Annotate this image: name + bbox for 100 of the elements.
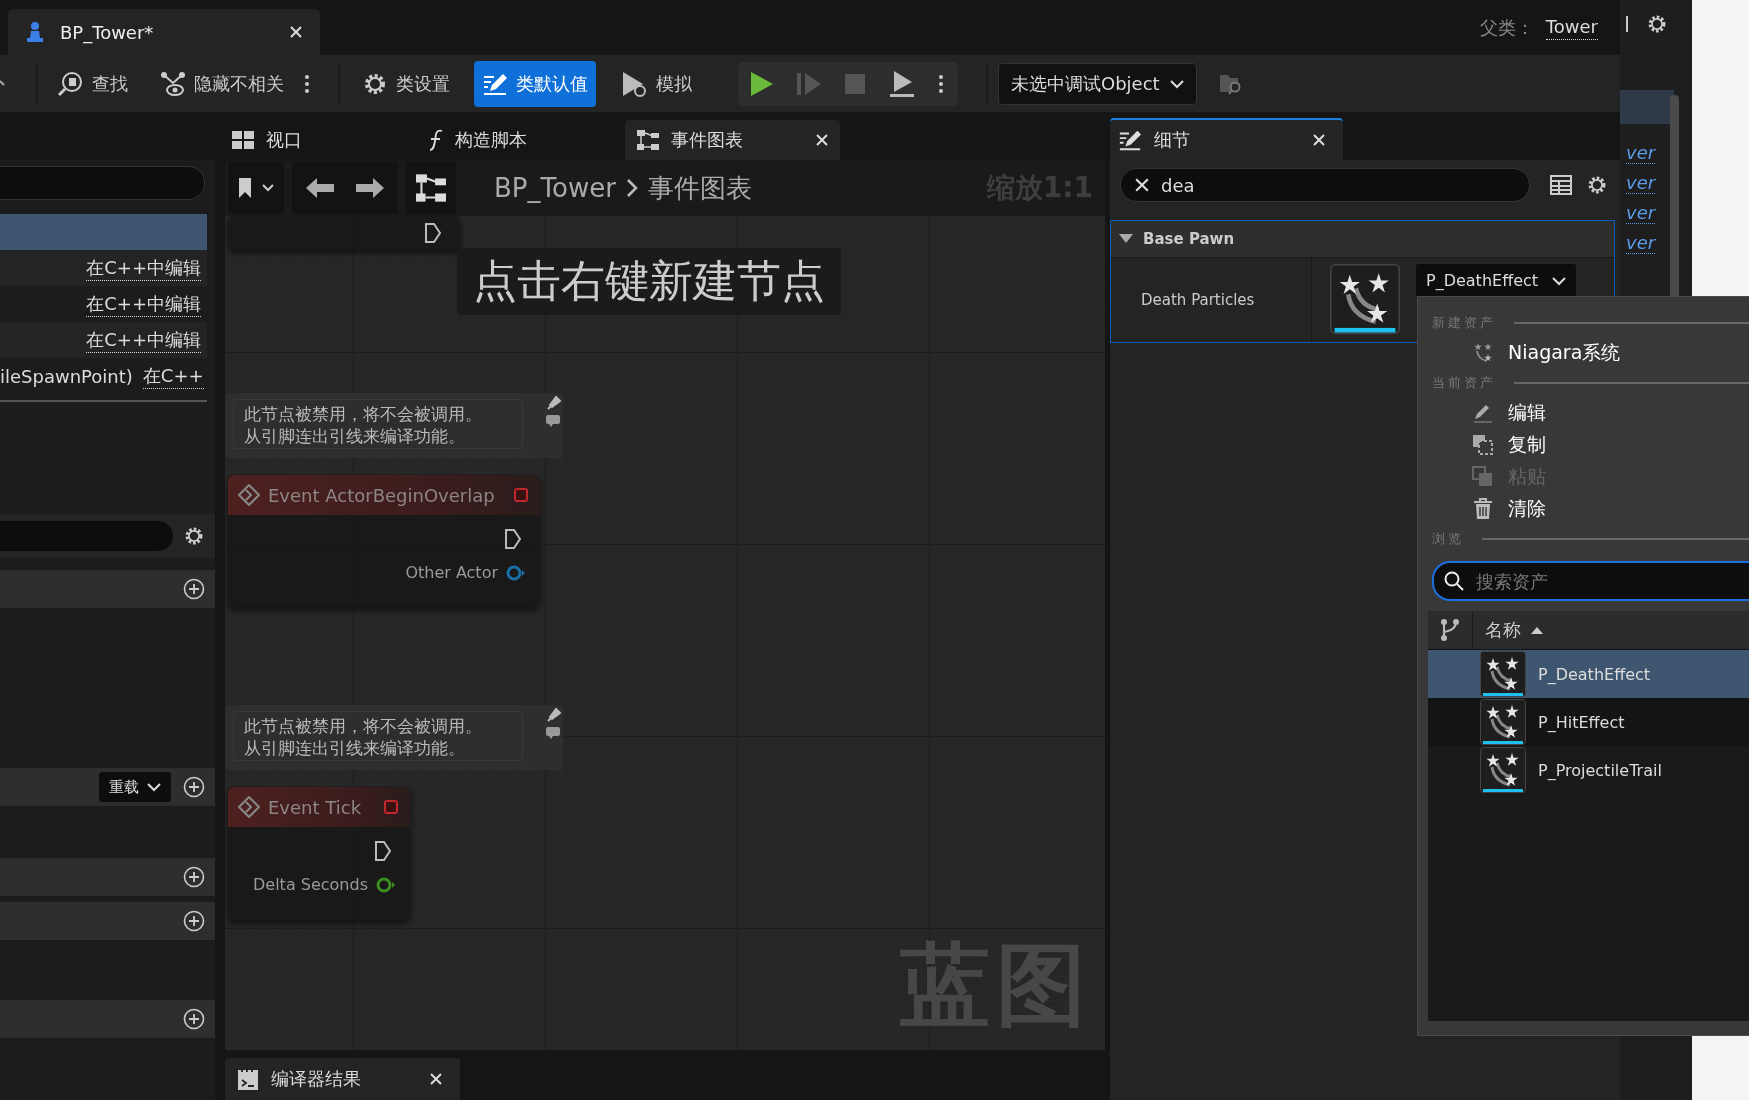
eject-icon[interactable]: [888, 69, 916, 98]
node-title: Event Tick: [268, 796, 362, 818]
simulate-icon: [620, 69, 648, 98]
hide-button[interactable]: 隐藏不相关: [152, 60, 292, 107]
find-button[interactable]: 查找: [48, 60, 136, 107]
compiler-results-tab[interactable]: 编译器结果: [225, 1058, 460, 1100]
list-row[interactable]: 在C++中编辑: [0, 250, 207, 286]
bookmark-button[interactable]: [228, 162, 284, 214]
paste-icon: [1472, 466, 1494, 488]
exec-pin-icon[interactable]: [374, 840, 392, 862]
debug-object-dropdown[interactable]: 未选中调试Object: [998, 62, 1197, 105]
branch-icon[interactable]: [1440, 618, 1460, 642]
asset-row[interactable]: P_ProjectileTrail: [1428, 746, 1749, 794]
search-field[interactable]: 搜索资产: [1432, 561, 1749, 601]
forward-icon[interactable]: [356, 177, 384, 199]
sort-arrow-icon: [1531, 626, 1543, 634]
pin-icon[interactable]: [545, 395, 561, 429]
caret-icon: [1552, 275, 1567, 286]
bookmark-icon: [238, 177, 254, 199]
editor-tab[interactable]: 视口: [220, 120, 314, 160]
search-field[interactable]: dea: [1120, 168, 1530, 202]
editor-tab[interactable]: 构造脚本: [415, 120, 539, 160]
pencil-icon: [1118, 128, 1142, 152]
menu-item[interactable]: 清除: [1432, 493, 1749, 525]
graph-icon: [637, 129, 659, 151]
parent-class-link[interactable]: Tower: [1545, 15, 1598, 40]
asset-dropdown[interactable]: P_DeathEffect: [1416, 264, 1577, 297]
simulate-button[interactable]: 模拟: [612, 60, 700, 107]
settings-button[interactable]: 类设置: [354, 60, 458, 107]
add-icon[interactable]: [183, 866, 205, 888]
exec-pin-icon[interactable]: [424, 222, 442, 244]
event-node[interactable]: Event ActorBeginOverlap Other Actor: [228, 475, 540, 607]
delegate-pin-icon[interactable]: [514, 488, 528, 502]
node-comment: 此节点被禁用，将不会被调用。 从引脚连出引线来编译功能。: [233, 711, 523, 761]
event-icon: [238, 484, 260, 506]
function-icon: [427, 129, 443, 151]
defaults-button[interactable]: 类默认值: [474, 60, 596, 107]
niagara-thumbnail: [1480, 651, 1526, 697]
trash-icon: [1472, 498, 1494, 520]
search-field[interactable]: [0, 521, 173, 551]
class-link[interactable]: ver: [1626, 202, 1656, 224]
delegate-pin-icon[interactable]: [384, 800, 398, 814]
class-link[interactable]: ver: [1626, 142, 1656, 164]
menu-item[interactable]: 编辑: [1432, 397, 1749, 429]
section-header[interactable]: 重载: [0, 768, 215, 806]
pin-icon[interactable]: [545, 707, 561, 741]
chevron-icon: [625, 178, 638, 198]
niagara-thumbnail[interactable]: [1330, 264, 1400, 334]
menu-item[interactable]: Niagara系统: [1432, 337, 1749, 369]
node-comment: 此节点被禁用，将不会被调用。 从引脚连出引线来编译功能。: [233, 399, 523, 449]
data-pin-icon[interactable]: [376, 876, 396, 893]
settings-icon[interactable]: [1586, 174, 1608, 196]
edit-in-cpp-link[interactable]: 在C++中编辑: [86, 291, 201, 317]
variable-name: ileSpawnPoint): [0, 365, 133, 387]
exec-pin-icon[interactable]: [504, 528, 522, 550]
add-icon[interactable]: [183, 910, 205, 932]
details-tab[interactable]: 细节: [1110, 118, 1343, 160]
breadcrumb-item[interactable]: 事件图表: [647, 170, 752, 206]
play-icon[interactable]: [748, 70, 774, 97]
folder-search-icon[interactable]: [1218, 72, 1243, 95]
override-dropdown[interactable]: 重载: [99, 772, 171, 802]
document-tab[interactable]: BP_Tower*: [8, 9, 320, 55]
asset-row[interactable]: P_HitEffect: [1428, 698, 1749, 746]
editor-tab[interactable]: 事件图表: [625, 120, 840, 160]
clear-icon[interactable]: [1135, 178, 1149, 192]
add-icon[interactable]: [183, 578, 205, 600]
table-view-icon[interactable]: [1550, 175, 1572, 195]
expand-arrow-icon[interactable]: [1119, 234, 1133, 244]
class-link[interactable]: ver: [1626, 232, 1656, 254]
name-column-header[interactable]: 名称: [1485, 618, 1543, 642]
event-node[interactable]: [228, 216, 460, 250]
search-field[interactable]: [0, 166, 205, 200]
pin-label: Delta Seconds: [253, 875, 368, 894]
settings-icon[interactable]: [183, 525, 205, 547]
graph-hint: 点击右键新建节点: [457, 248, 841, 315]
edit-in-cpp-link[interactable]: 在C++: [142, 363, 204, 389]
list-row[interactable]: 在C++中编辑: [0, 322, 207, 358]
category-header[interactable]: Base Pawn: [1111, 221, 1614, 258]
event-node[interactable]: Event Tick Delta Seconds: [228, 787, 410, 920]
asset-row[interactable]: P_DeathEffect: [1428, 650, 1749, 698]
caret-icon: [147, 782, 161, 792]
breadcrumb-item[interactable]: BP_Tower: [494, 173, 616, 203]
data-pin-icon[interactable]: [506, 564, 526, 581]
add-icon[interactable]: [183, 1008, 205, 1030]
back-icon[interactable]: [306, 177, 334, 199]
menu-item[interactable]: 复制: [1432, 429, 1749, 461]
class-link[interactable]: ver: [1626, 172, 1656, 194]
close-icon[interactable]: [1313, 134, 1325, 146]
edit-in-cpp-link[interactable]: 在C++中编辑: [86, 327, 201, 353]
add-icon[interactable]: [183, 776, 205, 798]
graph-button[interactable]: [406, 162, 456, 214]
close-icon[interactable]: [430, 1073, 442, 1085]
settings-icon[interactable]: [1646, 13, 1668, 35]
more-icon[interactable]: [938, 73, 944, 94]
close-icon[interactable]: [290, 26, 302, 38]
close-icon[interactable]: [816, 134, 828, 146]
copy-icon: [1472, 434, 1494, 456]
edit-in-cpp-link[interactable]: 在C++中编辑: [86, 255, 201, 281]
menu-section-heading: 新建资产: [1432, 314, 1496, 332]
more-icon[interactable]: [304, 73, 310, 94]
